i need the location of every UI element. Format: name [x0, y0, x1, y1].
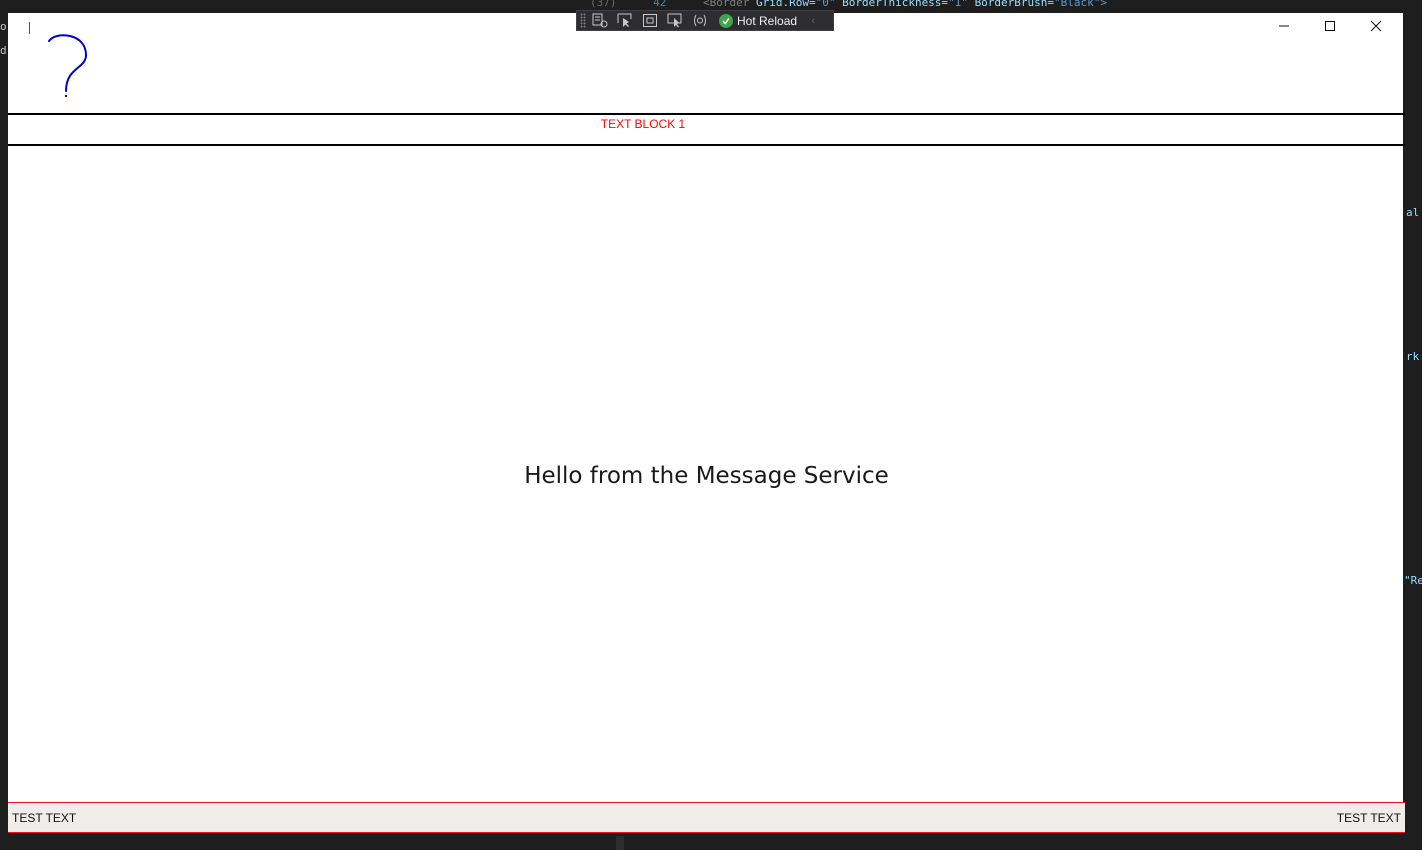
binding-failures-button[interactable]	[689, 11, 711, 30]
header-bar: TEXT BLOCK 1	[8, 113, 1405, 146]
question-mark-logo	[48, 34, 88, 98]
status-bar: TEST TEXT TEST TEXT	[8, 802, 1405, 833]
ide-right-fragment: "Re	[1404, 574, 1422, 587]
code-attr-border-brush: BorderBrush=	[974, 0, 1055, 9]
track-focus-icon	[667, 13, 682, 28]
maximize-button[interactable]	[1307, 13, 1353, 39]
select-element-button[interactable]	[614, 11, 636, 30]
display-adorners-icon	[643, 14, 657, 27]
display-adorners-button[interactable]	[639, 11, 661, 30]
select-element-icon	[617, 13, 632, 27]
hot-reload-check-icon	[722, 17, 730, 25]
live-visual-tree-icon	[592, 13, 608, 28]
track-focus-button[interactable]	[664, 11, 686, 30]
text-caret	[29, 22, 30, 34]
code-line-number: 42	[653, 0, 667, 9]
hot-reload-label[interactable]: Hot Reload	[737, 14, 797, 28]
ide-splitter[interactable]	[616, 836, 624, 850]
close-button[interactable]	[1353, 13, 1399, 39]
ide-left-fragment: o	[0, 20, 7, 33]
status-text-left: TEST TEXT	[12, 811, 77, 825]
minimize-icon	[1279, 25, 1289, 27]
toolbar-grip[interactable]	[580, 13, 586, 28]
code-tag: <Border	[703, 0, 750, 9]
ide-code-line: (37) 42 <Border Grid.Row="0" BorderThick…	[590, 0, 1107, 10]
binding-failures-icon	[694, 14, 706, 27]
code-attr-border-thickness: BorderThickness=	[842, 0, 949, 9]
xaml-debug-toolbar: Hot Reload ‹	[576, 10, 834, 31]
ide-left-fragment: d	[0, 44, 7, 57]
live-visual-tree-button[interactable]	[589, 11, 611, 30]
code-attr-grid-row: Grid.Row=	[755, 0, 816, 9]
code-value-border-thickness: "1"	[948, 0, 968, 9]
app-window: TEXT BLOCK 1 Hello from the Message Serv…	[7, 12, 1405, 834]
header-text-block: TEXT BLOCK 1	[600, 117, 686, 131]
code-value-grid-row: "0"	[815, 0, 836, 9]
ide-right-fragment: rk	[1406, 350, 1420, 363]
ide-right-fragment: al	[1406, 206, 1420, 219]
status-text-right: TEST TEXT	[1336, 811, 1401, 825]
maximize-icon	[1325, 21, 1335, 31]
code-value-border-brush: "Black">	[1054, 0, 1108, 9]
close-icon	[1370, 20, 1382, 32]
minimize-button[interactable]	[1261, 13, 1307, 39]
hot-reload-button[interactable]	[719, 13, 733, 28]
collapse-chevron-icon[interactable]: ‹	[811, 14, 815, 27]
code-gutter-marker: (37)	[590, 0, 617, 9]
message-text: Hello from the Message Service	[524, 463, 889, 489]
